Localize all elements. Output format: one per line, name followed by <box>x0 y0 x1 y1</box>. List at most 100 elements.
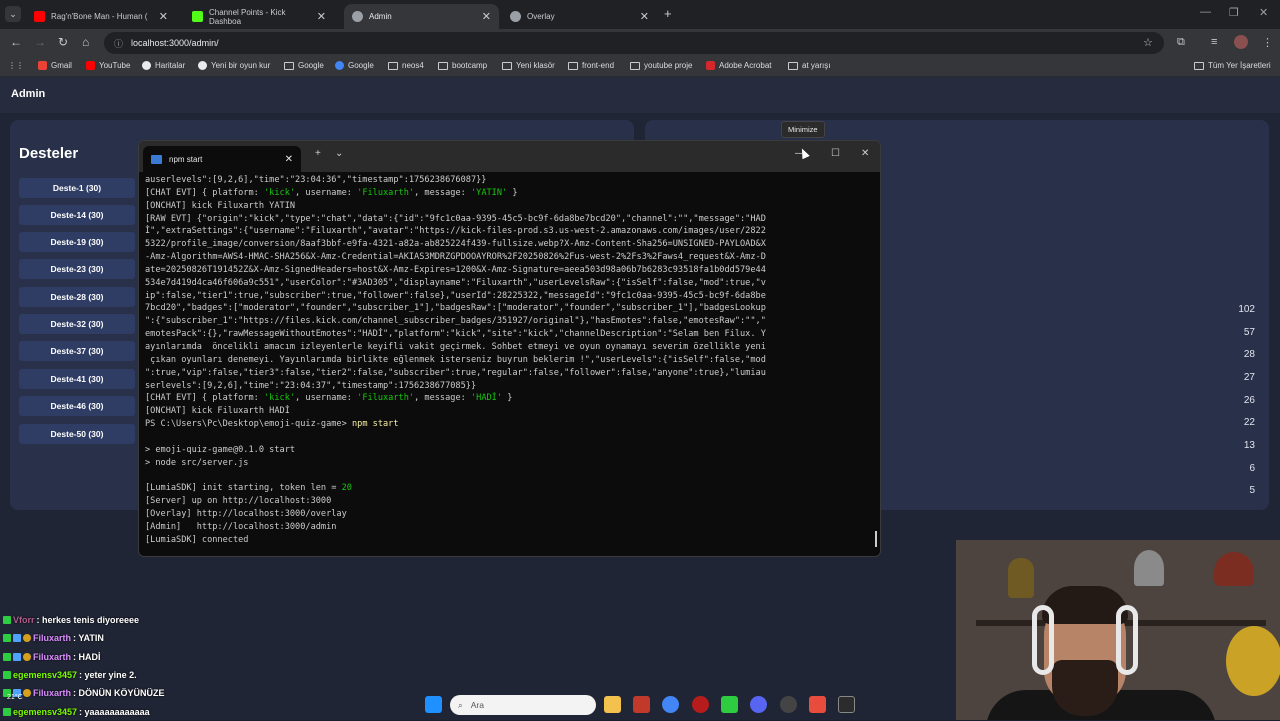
tab-youtube[interactable]: Rag'n'Bone Man - Human ( ✕ <box>26 4 176 29</box>
bookmark-acrobat[interactable]: Adobe Acrobat <box>706 61 771 70</box>
kick-icon[interactable] <box>721 696 738 713</box>
chat-message: egemensv3457 : yeter yine 2. <box>3 666 203 684</box>
window-minimize-button[interactable]: — <box>1200 6 1211 18</box>
kick-badge-icon <box>3 671 11 680</box>
sword-badge-icon <box>13 634 21 643</box>
forward-icon[interactable]: → <box>34 35 46 49</box>
terminal-line: ":true,"vip":false,"tier3":false,"tier2"… <box>145 367 766 378</box>
deck-button[interactable]: Deste-32 (30) <box>19 314 135 334</box>
close-icon[interactable]: ✕ <box>159 10 168 23</box>
terminal-tab[interactable]: npm start ✕ <box>143 146 301 172</box>
terminal-output[interactable]: auserlevels":[9,2,6],"time":"23:04:36","… <box>145 174 870 546</box>
terminal-scrollbar[interactable] <box>875 531 877 547</box>
profile-avatar[interactable] <box>1234 35 1248 49</box>
wheel-decor <box>1226 626 1280 696</box>
chat-username: egemensv3457 <box>13 706 78 717</box>
score-count: 22 <box>1243 417 1255 428</box>
media-icon[interactable]: ≡ <box>1211 36 1217 48</box>
address-bar[interactable]: ⓘ localhost:3000/admin/ <box>104 32 1164 54</box>
terminal-icon[interactable] <box>838 696 855 713</box>
kick-badge-icon <box>3 707 11 716</box>
back-icon[interactable]: ← <box>10 35 22 49</box>
close-icon[interactable]: ✕ <box>317 10 326 23</box>
chrome-icon[interactable] <box>662 696 679 713</box>
bookmark-youtube-proje[interactable]: youtube proje <box>630 61 692 70</box>
extensions-icon[interactable]: ⧉ <box>1177 36 1185 49</box>
deck-button[interactable]: Deste-50 (30) <box>19 424 135 444</box>
google-icon <box>335 61 344 70</box>
bookmark-label: YouTube <box>99 61 131 70</box>
chevron-down-icon[interactable]: ⌄ <box>335 148 343 159</box>
globe-icon <box>352 11 363 22</box>
bookmark-label: Gmail <box>51 61 72 70</box>
bookmark-youtube[interactable]: YouTube <box>86 61 130 70</box>
tab-admin[interactable]: Admin ✕ <box>344 4 499 29</box>
bookmark-label: at yarışı <box>802 61 831 70</box>
maximize-button[interactable]: ☐ <box>831 148 840 159</box>
terminal-window[interactable]: npm start ✕ + ⌄ — ☐ ✕ auserlevels":[9,2,… <box>138 140 881 557</box>
app-icon[interactable] <box>692 696 709 713</box>
deck-button[interactable]: Deste-19 (30) <box>19 232 135 252</box>
terminal-line: ate=20250826T191452Z&X-Amz-SignedHeaders… <box>145 264 766 275</box>
bookmark-neos4[interactable]: neos4 <box>388 61 424 70</box>
site-info-icon[interactable]: ⓘ <box>114 37 123 50</box>
bookmark-google-folder[interactable]: Google <box>284 61 324 70</box>
close-icon[interactable]: ✕ <box>640 10 649 23</box>
deck-button[interactable]: Deste-1 (30) <box>19 178 135 198</box>
file-explorer-icon[interactable] <box>604 696 621 713</box>
bookmark-gmail[interactable]: Gmail <box>38 61 72 70</box>
kick-badge-icon <box>3 652 11 661</box>
tab-overlay[interactable]: Overlay ✕ <box>502 4 657 29</box>
close-button[interactable]: ✕ <box>861 148 869 159</box>
kick-badge-icon <box>3 616 11 625</box>
app-icon[interactable] <box>809 696 826 713</box>
tab-search-icon[interactable]: ⌄ <box>5 6 21 22</box>
new-tab-icon[interactable]: + <box>315 148 321 159</box>
terminal-titlebar[interactable]: npm start ✕ + ⌄ — ☐ ✕ <box>139 141 880 172</box>
bookmark-star-icon[interactable]: ☆ <box>1143 36 1153 49</box>
bookmark-maps[interactable]: Haritalar <box>142 61 185 70</box>
bookmark-bootcamp[interactable]: bootcamp <box>438 61 487 70</box>
chat-message: egemensv3457 : yaaaaaaaaaaaa <box>3 702 203 720</box>
app-icon[interactable] <box>633 696 650 713</box>
window-maximize-button[interactable]: ❐ <box>1229 6 1239 19</box>
folder-icon <box>568 61 578 70</box>
windows-start-icon[interactable] <box>425 696 442 713</box>
window-close-button[interactable]: ✕ <box>1259 6 1268 19</box>
terminal-line: [ONCHAT] kick Filuxarth HADİ <box>145 406 290 417</box>
maps-icon <box>142 61 151 70</box>
tab-kick-dashboard[interactable]: Channel Points - Kick Dashboa ✕ <box>184 4 334 29</box>
deck-button[interactable]: Deste-41 (30) <box>19 369 135 389</box>
bookmark-new-folder[interactable]: Yeni klasör <box>502 61 555 70</box>
deck-button[interactable]: Deste-46 (30) <box>19 396 135 416</box>
bookmark-horse-race[interactable]: at yarışı <box>788 61 830 70</box>
bookmark-google[interactable]: Google <box>335 61 374 70</box>
menu-icon[interactable]: ⋮ <box>1262 36 1273 49</box>
terminal-line: -Amz-Algorithm=AWS4-HMAC-SHA256&X-Amz-Cr… <box>145 252 766 263</box>
weather-widget[interactable]: 21°C <box>7 694 23 701</box>
bookmark-all[interactable]: Tüm Yer İşaretleri <box>1194 61 1271 70</box>
close-icon[interactable]: ✕ <box>285 154 293 165</box>
obs-icon[interactable] <box>780 696 797 713</box>
new-tab-button[interactable]: + <box>664 6 672 21</box>
bookmarks-bar: ⋮⋮ Gmail YouTube Haritalar Yeni bir oyun… <box>0 57 1280 77</box>
discord-icon[interactable] <box>750 696 767 713</box>
bookmark-front-end[interactable]: front-end <box>568 61 614 70</box>
home-icon[interactable]: ⌂ <box>82 35 89 49</box>
chat-username: Filuxarth <box>33 633 72 644</box>
reload-icon[interactable]: ↻ <box>58 35 68 49</box>
deck-button[interactable]: Deste-14 (30) <box>19 205 135 225</box>
deck-button[interactable]: Deste-23 (30) <box>19 259 135 279</box>
bookmark-new-game[interactable]: Yeni bir oyun kur <box>198 61 270 70</box>
apps-icon[interactable]: ⋮⋮ <box>8 61 24 70</box>
chat-text: : yaaaaaaaaaaaa <box>79 706 150 717</box>
chat-message: Filuxarth : DÖNÜN KÖYÜNÜZE <box>3 684 203 702</box>
deck-button[interactable]: Deste-37 (30) <box>19 341 135 361</box>
taskbar-search[interactable]: ⌕ Ara <box>450 695 596 715</box>
folder-icon <box>1194 61 1204 70</box>
close-icon[interactable]: ✕ <box>482 10 491 23</box>
terminal-line: [Overlay] http://localhost:3000/overlay <box>145 508 347 519</box>
deck-button[interactable]: Deste-28 (30) <box>19 287 135 307</box>
terminal-line: ip":false,"tier1":true,"subscriber":true… <box>145 290 766 301</box>
